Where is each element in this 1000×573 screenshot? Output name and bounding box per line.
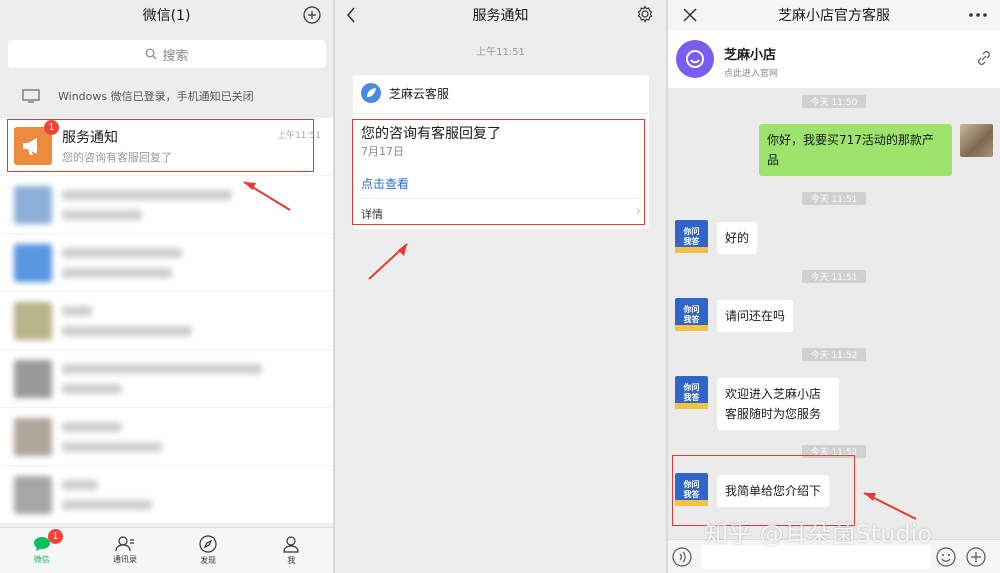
divider bbox=[353, 113, 649, 114]
blurred-text bbox=[62, 248, 182, 258]
avatar-text: 我答 bbox=[683, 236, 700, 246]
avatar bbox=[14, 476, 52, 514]
shop-banner[interactable]: 芝麻小店 点此进入官网 bbox=[668, 30, 1000, 88]
shop-name: 芝麻小店 bbox=[724, 48, 777, 63]
monitor-icon bbox=[22, 89, 40, 103]
search-input[interactable]: 搜索 bbox=[8, 40, 326, 68]
voice-icon[interactable] bbox=[672, 547, 692, 567]
contacts-icon bbox=[115, 536, 134, 552]
sender-name: 芝麻云客服 bbox=[389, 86, 450, 101]
search-icon bbox=[146, 48, 157, 60]
message-bubble-incoming[interactable]: 好的 bbox=[717, 222, 758, 254]
app-title: 微信(1) bbox=[142, 8, 191, 24]
blurred-text bbox=[62, 306, 92, 316]
blurred-text bbox=[62, 500, 152, 510]
page-title: 服务通知 bbox=[472, 8, 529, 24]
list-item[interactable] bbox=[0, 465, 333, 523]
avatar bbox=[14, 418, 52, 456]
service-avatar: 你问 我答 bbox=[675, 298, 708, 331]
tab-label: 我 bbox=[287, 556, 296, 565]
avatar-text: 你问 bbox=[683, 382, 700, 392]
list-item[interactable] bbox=[0, 233, 333, 291]
tab-me[interactable]: 我 bbox=[250, 528, 333, 573]
avatar bbox=[960, 124, 993, 157]
annotation-arrow bbox=[368, 243, 408, 280]
add-icon[interactable] bbox=[303, 6, 321, 24]
chat-list-panel: 微信(1) 搜索 Windows 微信已登录，手机通知已关闭 1 服务通知 您的… bbox=[0, 0, 333, 573]
customer-service-chat-panel: 芝麻小店官方客服 芝麻小店 点此进入官网 今天 11:50 今天 11:51 今… bbox=[668, 0, 1000, 573]
windows-notice-text: Windows 微信已登录，手机通知已关闭 bbox=[58, 90, 254, 103]
more-icon[interactable] bbox=[968, 7, 988, 23]
tab-label: 发现 bbox=[200, 556, 217, 565]
bottom-tab-bar: 微信 1 通讯录 发现 我 bbox=[0, 527, 333, 573]
timestamp: 今天 11:52 bbox=[802, 348, 866, 361]
list-item[interactable] bbox=[0, 349, 333, 407]
watermark: 知乎 @耳朵菌Studio bbox=[704, 520, 933, 548]
list-item[interactable] bbox=[0, 291, 333, 349]
tab-contacts[interactable]: 通讯录 bbox=[83, 528, 166, 573]
leaf-icon bbox=[361, 83, 381, 103]
service-avatar: 你问 我答 bbox=[675, 376, 708, 409]
back-icon[interactable] bbox=[343, 6, 359, 24]
add-icon[interactable] bbox=[966, 547, 986, 567]
blurred-text bbox=[62, 364, 262, 374]
card-sender: 芝麻云客服 bbox=[361, 83, 449, 103]
list-item[interactable] bbox=[0, 175, 333, 233]
service-notification-panel: 服务通知 上午11:51 芝麻云客服 您的咨询有客服回复了 7月17日 点击查看… bbox=[335, 0, 666, 573]
avatar-text: 你问 bbox=[683, 304, 700, 314]
timestamp: 今天 11:51 bbox=[802, 270, 866, 283]
compass-icon bbox=[199, 535, 217, 553]
close-icon[interactable] bbox=[682, 7, 698, 23]
avatar-text: 你问 bbox=[683, 226, 700, 236]
link-icon[interactable] bbox=[976, 50, 992, 66]
blurred-text bbox=[62, 422, 122, 432]
notification-header: 服务通知 bbox=[335, 0, 666, 30]
chat-header: 芝麻小店官方客服 bbox=[668, 0, 1000, 30]
tab-label: 微信 bbox=[33, 555, 50, 564]
service-avatar: 你问 我答 bbox=[675, 220, 708, 253]
search-placeholder: 搜索 bbox=[162, 48, 189, 64]
chat-title: 芝麻小店官方客服 bbox=[778, 8, 890, 24]
person-icon bbox=[283, 536, 299, 553]
emoji-icon[interactable] bbox=[936, 547, 956, 567]
avatar bbox=[14, 244, 52, 282]
highlight-box bbox=[352, 119, 645, 225]
avatar bbox=[14, 186, 52, 224]
tab-badge: 1 bbox=[48, 529, 63, 544]
message-bubble-incoming[interactable]: 请问还在吗 bbox=[717, 300, 794, 332]
highlight-box bbox=[7, 119, 314, 172]
timestamp: 今天 11:50 bbox=[802, 95, 866, 108]
timestamp: 上午11:51 bbox=[476, 47, 525, 58]
timestamp: 今天 11:51 bbox=[802, 192, 866, 205]
blurred-text bbox=[62, 326, 192, 336]
tab-chats[interactable]: 微信 1 bbox=[0, 528, 83, 573]
avatar bbox=[14, 302, 52, 340]
gear-icon[interactable] bbox=[636, 5, 654, 23]
blurred-text bbox=[62, 384, 122, 394]
blurred-text bbox=[62, 442, 162, 452]
list-item[interactable] bbox=[0, 407, 333, 465]
avatar bbox=[14, 360, 52, 398]
message-bubble-outgoing[interactable]: 你好，我要买717活动的那款产品 bbox=[759, 124, 952, 176]
blurred-text bbox=[62, 268, 172, 278]
shop-subtitle: 点此进入官网 bbox=[724, 69, 779, 79]
chat-list-header: 微信(1) bbox=[0, 0, 333, 30]
tab-label: 通讯录 bbox=[112, 555, 137, 564]
tab-discover[interactable]: 发现 bbox=[167, 528, 250, 573]
blurred-text bbox=[62, 480, 98, 490]
windows-login-notice[interactable]: Windows 微信已登录，手机通知已关闭 bbox=[0, 80, 333, 112]
blurred-text bbox=[62, 190, 232, 200]
avatar-text: 我答 bbox=[683, 392, 700, 402]
message-bubble-incoming[interactable]: 欢迎进入芝麻小店客服随时为您服务 bbox=[717, 378, 839, 430]
avatar-text: 我答 bbox=[683, 314, 700, 324]
shop-logo-icon bbox=[676, 40, 714, 78]
blurred-text bbox=[62, 210, 142, 220]
